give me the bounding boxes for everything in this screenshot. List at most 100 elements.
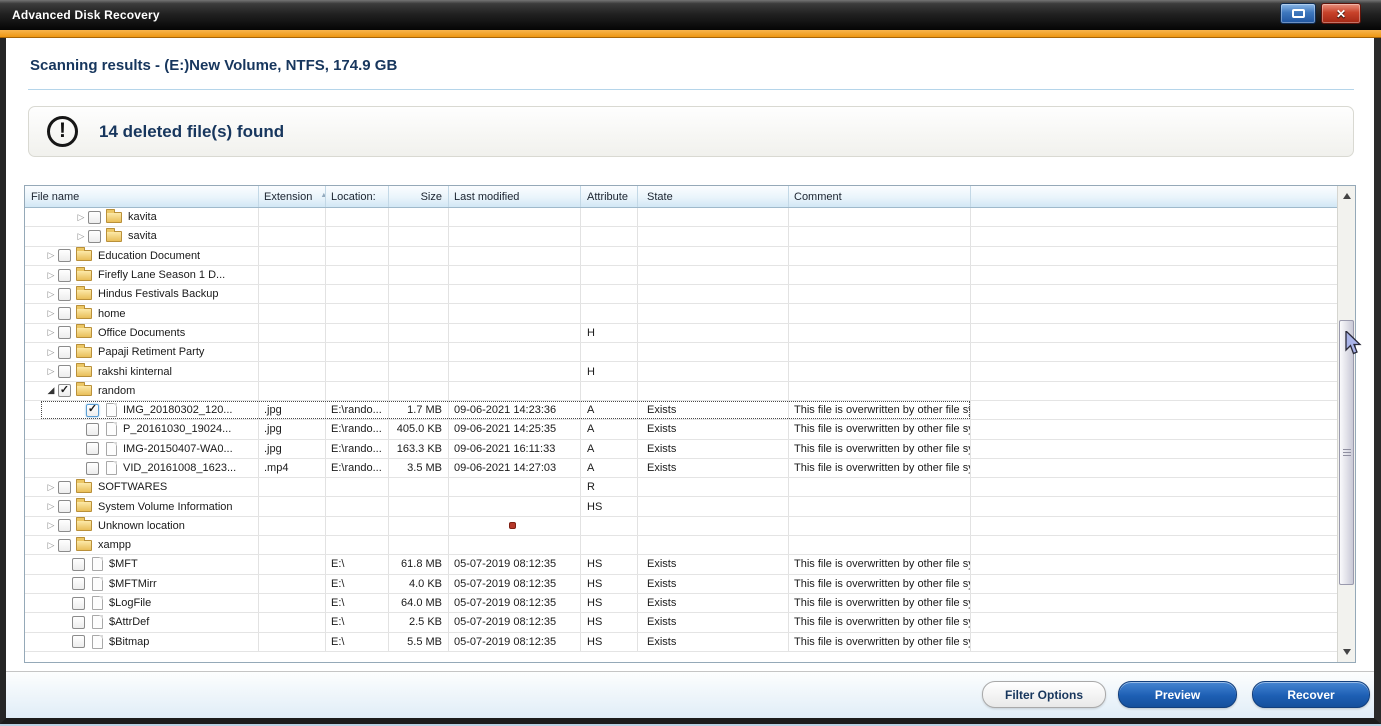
table-row[interactable]: $AttrDefE:\2.5 KB05-07-2019 08:12:35HSEx… <box>25 613 1337 632</box>
cell-attr: A <box>581 459 638 477</box>
cell-loc: E:\ <box>326 594 389 612</box>
scroll-up-button[interactable] <box>1338 188 1355 204</box>
table-row[interactable]: ▷savita <box>25 227 1337 246</box>
cell-name: ▷Hindus Festivals Backup <box>25 285 259 303</box>
row-checkbox[interactable] <box>58 346 71 359</box>
row-checkbox[interactable] <box>58 307 71 320</box>
column-header-state[interactable]: State <box>638 186 789 207</box>
row-label: Papaji Retiment Party <box>98 346 204 358</box>
table-row[interactable]: IMG_20180302_120....jpgE:\rando...1.7 MB… <box>25 401 1337 420</box>
recover-button[interactable]: Recover <box>1252 681 1370 708</box>
tree-expand-icon[interactable]: ▷ <box>45 367 57 376</box>
row-checkbox[interactable] <box>58 365 71 378</box>
table-row[interactable]: ◢random <box>25 382 1337 401</box>
cell-ext <box>259 536 326 554</box>
red-marker-icon <box>509 522 516 529</box>
column-header-modified[interactable]: Last modified <box>449 186 581 207</box>
tree-expand-icon[interactable]: ▷ <box>45 328 57 337</box>
scroll-down-button[interactable] <box>1338 644 1355 660</box>
table-row[interactable]: VID_20161008_1623....mp4E:\rando...3.5 M… <box>25 459 1337 478</box>
folder-icon <box>106 231 122 242</box>
preview-button[interactable]: Preview <box>1118 681 1237 708</box>
row-checkbox[interactable] <box>72 597 85 610</box>
table-row[interactable]: ▷Education Document <box>25 247 1337 266</box>
row-checkbox[interactable] <box>72 616 85 629</box>
tree-expand-icon[interactable]: ▷ <box>45 541 57 550</box>
row-checkbox[interactable] <box>58 519 71 532</box>
column-header-loc[interactable]: Location: <box>326 186 389 207</box>
cell-loc: E:\rando... <box>326 420 389 438</box>
row-checkbox[interactable] <box>58 269 71 282</box>
table-row[interactable]: ▷ xampp <box>25 536 1337 555</box>
cell-attr: R <box>581 478 638 496</box>
column-header-ext[interactable]: Extension▲ <box>259 186 326 207</box>
table-row[interactable]: $BitmapE:\5.5 MB05-07-2019 08:12:35HSExi… <box>25 633 1337 652</box>
row-checkbox[interactable] <box>88 211 101 224</box>
cell-comment <box>789 324 971 342</box>
tree-expand-icon[interactable]: ▷ <box>45 502 57 511</box>
cell-comment: This file is overwritten by other file s… <box>789 613 971 631</box>
row-label: $MFT <box>109 558 138 570</box>
tree-expand-icon[interactable]: ▷ <box>45 483 57 492</box>
cell-modified <box>449 343 581 361</box>
row-checkbox[interactable] <box>88 230 101 243</box>
column-header-size[interactable]: Size <box>389 186 449 207</box>
table-row[interactable]: ▷home <box>25 304 1337 323</box>
row-checkbox[interactable] <box>72 635 85 648</box>
close-button[interactable]: ✕ <box>1321 3 1361 24</box>
tree-collapse-icon[interactable]: ◢ <box>45 386 57 395</box>
tree-expand-icon[interactable]: ▷ <box>45 271 57 280</box>
filter-options-button[interactable]: Filter Options <box>982 681 1106 708</box>
tree-expand-icon[interactable]: ▷ <box>45 521 57 530</box>
table-row[interactable]: $MFTE:\61.8 MB05-07-2019 08:12:35HSExist… <box>25 555 1337 574</box>
column-header-attr[interactable]: Attribute <box>581 186 638 207</box>
column-header-comment[interactable]: Comment <box>789 186 971 207</box>
row-checkbox[interactable] <box>58 384 71 397</box>
table-row[interactable]: P_20161030_19024....jpgE:\rando...405.0 … <box>25 420 1337 439</box>
row-label: $MFTMirr <box>109 578 157 590</box>
cell-ext <box>259 555 326 573</box>
cell-loc <box>326 304 389 322</box>
row-checkbox[interactable] <box>86 442 99 455</box>
row-checkbox[interactable] <box>58 481 71 494</box>
table-row[interactable]: ▷rakshi kinternalH <box>25 362 1337 381</box>
table-row[interactable]: ▷kavita <box>25 208 1337 227</box>
row-checkbox[interactable] <box>58 326 71 339</box>
table-row[interactable]: ▷Firefly Lane Season 1 D... <box>25 266 1337 285</box>
table-row[interactable]: ▷Office DocumentsH <box>25 324 1337 343</box>
column-header-name[interactable]: File name <box>25 186 259 207</box>
row-checkbox[interactable] <box>86 404 99 417</box>
row-checkbox[interactable] <box>58 249 71 262</box>
tree-expand-icon[interactable]: ▷ <box>45 309 57 318</box>
row-checkbox[interactable] <box>72 577 85 590</box>
table-row[interactable]: $LogFileE:\64.0 MB05-07-2019 08:12:35HSE… <box>25 594 1337 613</box>
row-checkbox[interactable] <box>58 500 71 513</box>
table-row[interactable]: ▷System Volume InformationHS <box>25 497 1337 516</box>
row-checkbox[interactable] <box>58 539 71 552</box>
table-row[interactable]: ▷SOFTWARESR <box>25 478 1337 497</box>
window-title: Advanced Disk Recovery <box>12 8 160 22</box>
tree-expand-icon[interactable]: ▷ <box>45 251 57 260</box>
table-row[interactable]: ▷Unknown location <box>25 517 1337 536</box>
table-row[interactable]: ▷ Papaji Retiment Party <box>25 343 1337 362</box>
tree-expand-icon[interactable]: ▷ <box>75 232 87 241</box>
cell-size <box>389 247 449 265</box>
cell-comment: This file is overwritten by other file s… <box>789 575 971 593</box>
restore-button[interactable] <box>1280 3 1316 24</box>
row-checkbox[interactable] <box>86 423 99 436</box>
table-row[interactable]: $MFTMirrE:\4.0 KB05-07-2019 08:12:35HSEx… <box>25 575 1337 594</box>
vertical-scrollbar[interactable] <box>1337 186 1355 662</box>
tree-expand-icon[interactable]: ▷ <box>75 213 87 222</box>
row-checkbox[interactable] <box>72 558 85 571</box>
cell-state: Exists <box>638 594 789 612</box>
row-checkbox[interactable] <box>86 462 99 475</box>
row-label: xampp <box>98 539 131 551</box>
scroll-thumb[interactable] <box>1339 320 1354 585</box>
cell-filler <box>971 401 1337 419</box>
row-checkbox[interactable] <box>58 288 71 301</box>
table-row[interactable]: IMG-20150407-WA0....jpgE:\rando...163.3 … <box>25 440 1337 459</box>
table-row[interactable]: ▷Hindus Festivals Backup <box>25 285 1337 304</box>
cell-comment: This file is overwritten by other file s… <box>789 401 971 419</box>
tree-expand-icon[interactable]: ▷ <box>45 348 57 357</box>
tree-expand-icon[interactable]: ▷ <box>45 290 57 299</box>
